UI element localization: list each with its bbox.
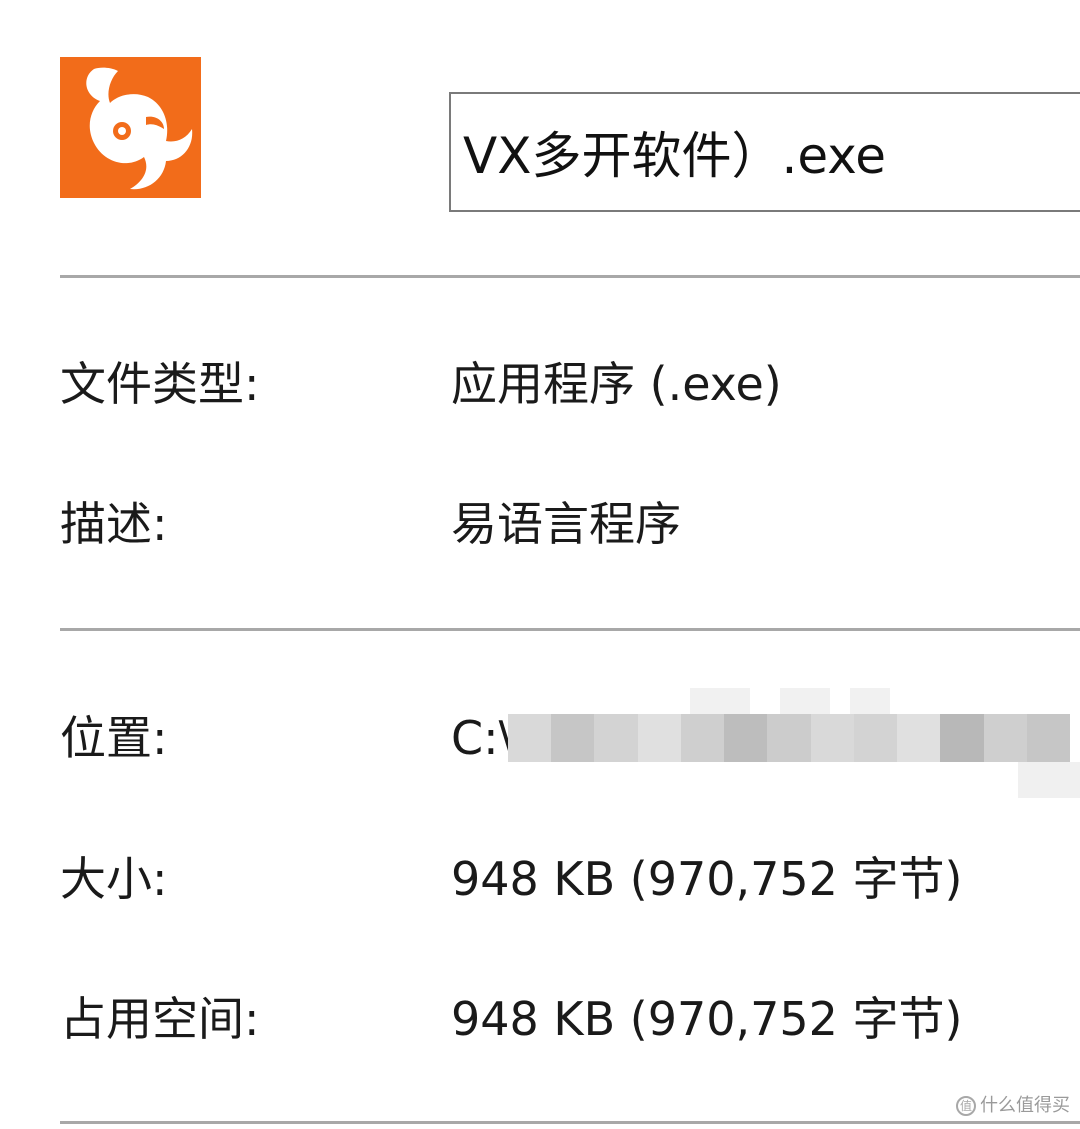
app-logo-icon: [60, 57, 201, 198]
label-size-on-disk: 占用空间:: [60, 992, 260, 1046]
redaction-fade: [780, 688, 830, 714]
value-size: 948 KB (970,752 字节): [451, 852, 963, 906]
redaction-fade: [1018, 762, 1080, 798]
divider-bottom: [60, 1121, 1080, 1124]
value-location[interactable]: C:\: [451, 708, 514, 768]
value-size-on-disk: 948 KB (970,752 字节): [451, 992, 963, 1046]
redaction-fade: [690, 688, 750, 714]
label-description: 描述:: [60, 497, 168, 551]
divider-top: [60, 275, 1080, 278]
label-size: 大小:: [60, 852, 168, 906]
value-description: 易语言程序: [451, 497, 681, 551]
redaction-fade: [850, 688, 890, 714]
value-badge-icon: 值: [956, 1096, 976, 1116]
file-name-field[interactable]: [449, 92, 1080, 212]
watermark: 值 什么值得买: [956, 1092, 1070, 1120]
watermark-text: 什么值得买: [980, 1095, 1070, 1116]
label-location: 位置:: [60, 711, 168, 765]
app-icon: [60, 57, 201, 198]
redacted-path-mosaic: [508, 714, 1071, 762]
divider-middle: [60, 628, 1080, 631]
value-file-type: 应用程序 (.exe): [451, 357, 782, 411]
label-file-type: 文件类型:: [60, 357, 260, 411]
